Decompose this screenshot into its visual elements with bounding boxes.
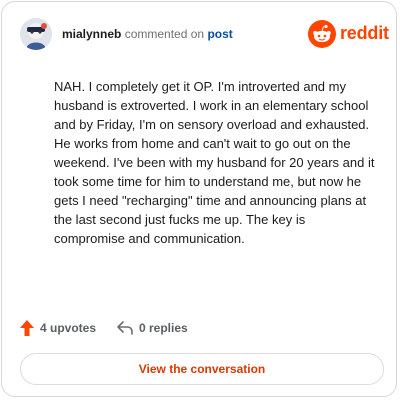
username[interactable]: mialynneb	[62, 27, 121, 41]
comment-card: mialynneb commented on post reddit NAH. …	[1, 1, 397, 397]
reddit-logo-icon	[308, 20, 336, 48]
comment-body: NAH. I completely get it OP. I'm introve…	[54, 79, 375, 246]
action-text: commented on	[124, 27, 205, 41]
post-link[interactable]: post	[207, 27, 232, 41]
reddit-brand[interactable]: reddit	[308, 20, 389, 48]
user-avatar[interactable]	[20, 18, 52, 50]
reply-arrow-icon	[117, 321, 133, 335]
reddit-wordmark: reddit	[340, 23, 389, 43]
upvote-stat[interactable]: 4 upvotes	[20, 317, 96, 339]
comment-meta: mialynneb commented on post	[62, 27, 233, 41]
upvote-count: 4 upvotes	[40, 321, 97, 335]
reply-count: 0 replies	[139, 321, 188, 335]
comment-header: mialynneb commented on post reddit	[20, 18, 389, 52]
view-conversation-button[interactable]: View the conversation	[20, 353, 384, 385]
upvote-arrow-icon	[20, 320, 34, 336]
comment-footer: 4 upvotes 0 replies	[20, 317, 386, 339]
reply-stat[interactable]: 0 replies	[117, 317, 188, 339]
